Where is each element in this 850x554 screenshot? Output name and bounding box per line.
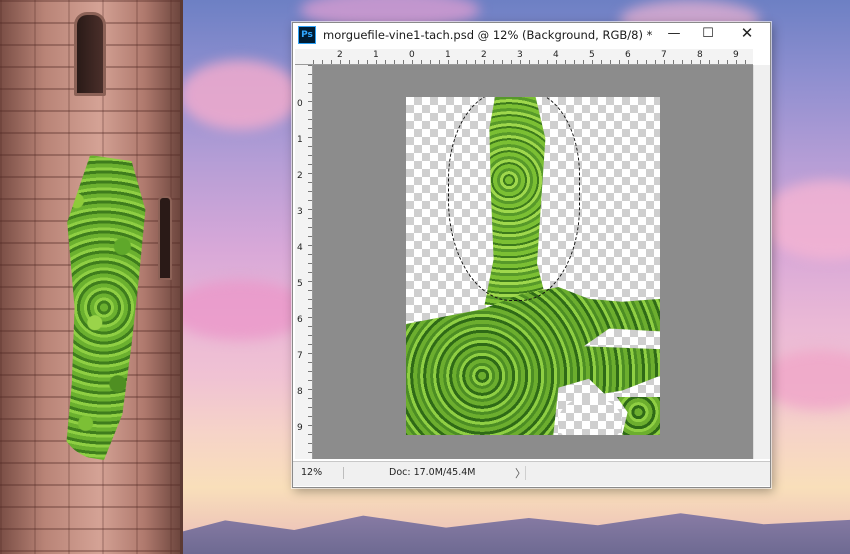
zoom-level-field[interactable]: 12% (301, 467, 344, 479)
lasso-selection-marquee[interactable] (448, 97, 580, 301)
window-titlebar[interactable]: Ps morguefile-vine1-tach.psd @ 12% (Back… (293, 23, 770, 47)
document-canvas[interactable] (406, 97, 660, 435)
window-title: morguefile-vine1-tach.psd @ 12% (Backgro… (323, 28, 653, 42)
cloud (170, 280, 310, 340)
ruler-tick-label: 2 (337, 50, 343, 60)
ruler-origin-corner[interactable] (295, 49, 313, 65)
minimize-button[interactable]: — (657, 23, 691, 43)
status-bar: 12% Doc: 17.0M/45.4M 〉 (293, 461, 770, 486)
ruler-tick-label: 3 (517, 50, 523, 60)
ruler-tick-label: 2 (297, 171, 303, 181)
ruler-tick-label: 5 (297, 279, 303, 289)
ruler-tick-label: 6 (625, 50, 631, 60)
cloud (180, 60, 300, 130)
ruler-tick-label: 0 (409, 50, 415, 60)
cloud (760, 180, 850, 260)
vine-mass-layer (406, 287, 660, 435)
maximize-button[interactable]: ☐ (691, 23, 725, 43)
close-button[interactable]: ✕ (725, 23, 769, 43)
transparent-area (558, 397, 622, 435)
photoshop-logo-icon: Ps (298, 26, 316, 44)
ruler-tick-label: 6 (297, 315, 303, 325)
ruler-tick-label: 9 (733, 50, 739, 60)
cloud (760, 350, 850, 410)
ruler-tick-label: 2 (481, 50, 487, 60)
ruler-tick-label: 4 (553, 50, 559, 60)
ruler-tick-label: 9 (297, 423, 303, 433)
ruler-tick-label: 1 (297, 135, 303, 145)
photoshop-document-window[interactable]: Ps morguefile-vine1-tach.psd @ 12% (Back… (292, 22, 771, 488)
ruler-tick-label: 7 (661, 50, 667, 60)
ruler-tick-label: 5 (589, 50, 595, 60)
pasteboard[interactable] (313, 65, 753, 459)
ruler-tick-label: 8 (697, 50, 703, 60)
vertical-ruler[interactable]: 0 1 2 3 4 5 6 7 8 9 (295, 65, 313, 459)
horizontal-scrollbar[interactable] (525, 466, 752, 480)
ruler-tick-label: 7 (297, 351, 303, 361)
ruler-tick-label: 4 (297, 243, 303, 253)
vertical-scrollbar[interactable] (753, 65, 770, 459)
document-size-info: Doc: 17.0M/45.4M (389, 467, 476, 478)
horizontal-ruler[interactable]: 2 1 0 1 2 3 4 5 6 7 8 9 (313, 49, 753, 65)
tower-arrow-slit (158, 196, 172, 280)
tower-window (74, 12, 106, 96)
window-controls: — ☐ ✕ (657, 23, 769, 43)
ruler-tick-label: 8 (297, 387, 303, 397)
ruler-tick-label: 1 (373, 50, 379, 60)
ruler-tick-label: 3 (297, 207, 303, 217)
ruler-tick-label: 0 (297, 99, 303, 109)
mountains (170, 513, 850, 554)
ruler-tick-label: 1 (445, 50, 451, 60)
